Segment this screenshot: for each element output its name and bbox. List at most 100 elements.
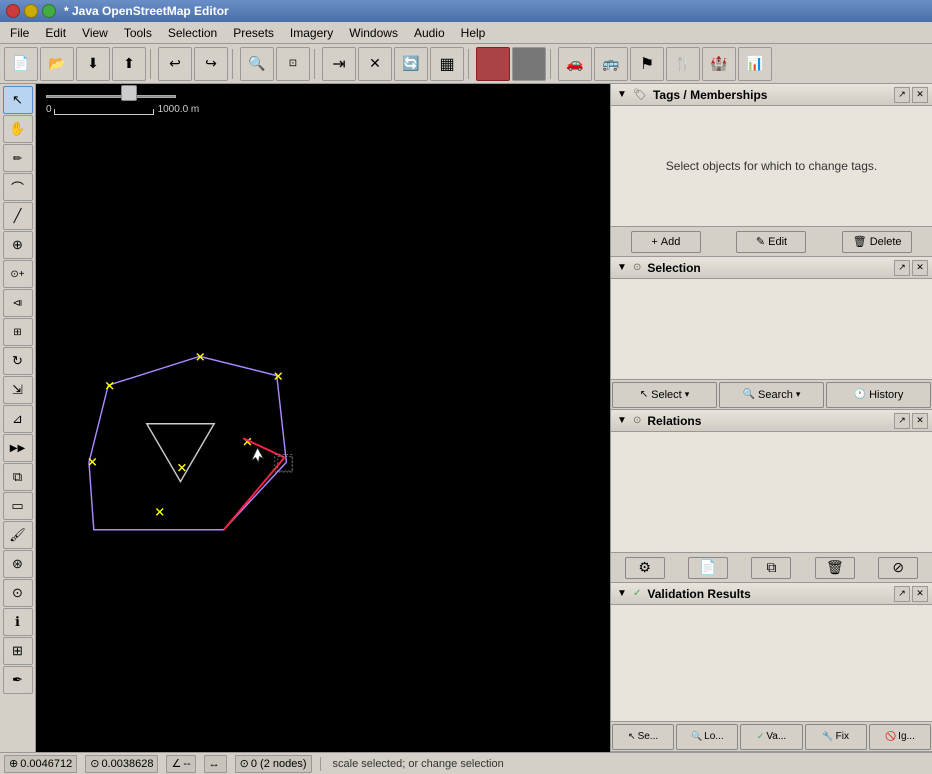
poi-toolbar-btn[interactable]: ⚑ bbox=[630, 47, 664, 81]
edit-tag-button[interactable]: ✎ Edit bbox=[736, 231, 806, 253]
car-toolbar-btn[interactable]: 🚗 bbox=[558, 47, 592, 81]
food-toolbar-btn[interactable]: 🍴 bbox=[666, 47, 700, 81]
selection-content bbox=[611, 279, 932, 379]
menu-item-edit[interactable]: Edit bbox=[37, 24, 74, 42]
new-toolbar-btn[interactable]: 📄 bbox=[4, 47, 38, 81]
validation-buttons: ↖ Se... 🔍 Lo... ✓ Va... 🔧 Fix 🚫 Ig. bbox=[611, 721, 932, 751]
val-se-btn[interactable]: ↖ Se... bbox=[612, 724, 674, 750]
menu-item-view[interactable]: View bbox=[74, 24, 116, 42]
menu-item-tools[interactable]: Tools bbox=[116, 24, 160, 42]
val-va-btn[interactable]: ✓ Va... bbox=[740, 724, 802, 750]
coord1-status: ⊕ 0.0046712 bbox=[4, 755, 77, 773]
pen-left-btn[interactable]: ✒ bbox=[3, 666, 33, 694]
rel-icon: ⊙ bbox=[633, 415, 641, 426]
info-left-btn[interactable]: ℹ bbox=[3, 608, 33, 636]
outer-shape bbox=[89, 356, 286, 529]
upload-toolbar-btn[interactable]: ⬆ bbox=[112, 47, 146, 81]
val-fix-btn[interactable]: 🔧 Fix bbox=[805, 724, 867, 750]
search-action-btn[interactable]: 🔍 Search ▾ bbox=[719, 382, 824, 408]
history-action-btn[interactable]: 🕐 History bbox=[826, 382, 931, 408]
red-segment bbox=[243, 438, 284, 457]
follow-left-btn[interactable]: ▶▶ bbox=[3, 434, 33, 462]
sel-collapse-btn[interactable]: ▼ bbox=[615, 261, 629, 275]
open-toolbar-btn[interactable]: 📂 bbox=[40, 47, 74, 81]
add-tag-button[interactable]: + Add bbox=[631, 231, 701, 253]
parallel-left-btn[interactable]: ⧏ bbox=[3, 289, 33, 317]
lo-label: Lo... bbox=[704, 731, 723, 742]
bus-toolbar-btn[interactable]: 🚌 bbox=[594, 47, 628, 81]
zoom-native-toolbar-btn[interactable]: ⊡ bbox=[276, 47, 310, 81]
redo-toolbar-btn[interactable]: ↪ bbox=[194, 47, 228, 81]
move-left-btn[interactable]: ⊞ bbox=[3, 318, 33, 346]
rel-new-btn[interactable]: 📄 bbox=[688, 557, 728, 579]
select-toolbar-btn[interactable]: ⇥ bbox=[322, 47, 356, 81]
menu-item-selection[interactable]: Selection bbox=[160, 24, 225, 42]
tag-left-btn[interactable]: ⊙ bbox=[3, 579, 33, 607]
zoom-left-btn[interactable]: ⊕ bbox=[3, 231, 33, 259]
rel-collapse-btn[interactable]: ▼ bbox=[615, 414, 629, 428]
select-action-btn[interactable]: ↖ Select ▾ bbox=[612, 382, 717, 408]
menu-item-help[interactable]: Help bbox=[453, 24, 494, 42]
validation-section: ▼ ✓ Validation Results ↗ ✕ ↖ Se... 🔍 Lo.… bbox=[611, 583, 932, 752]
sel-detach-btn[interactable]: ↗ bbox=[894, 260, 910, 276]
tags-detach-btn[interactable]: ↗ bbox=[894, 87, 910, 103]
map-svg[interactable] bbox=[36, 84, 610, 752]
sel-close-btn[interactable]: ✕ bbox=[912, 260, 928, 276]
val-close-btn[interactable]: ✕ bbox=[912, 586, 928, 602]
delete-tag-label: Delete bbox=[870, 236, 902, 248]
tags-buttons: + Add ✎ Edit 🗑 Delete bbox=[611, 226, 932, 256]
node-toolbar-btn[interactable]: ✕ bbox=[358, 47, 392, 81]
separator-btn[interactable] bbox=[476, 47, 510, 81]
zoom-toolbar-btn[interactable]: 🔍 bbox=[240, 47, 274, 81]
toolbar-sep-5 bbox=[550, 49, 554, 79]
rel-delete-btn[interactable]: 🗑 bbox=[815, 557, 855, 579]
menu-item-windows[interactable]: Windows bbox=[341, 24, 406, 42]
fix-left-btn[interactable]: ⊞ bbox=[3, 637, 33, 665]
chart-toolbar-btn[interactable]: 📊 bbox=[738, 47, 772, 81]
val-detach-btn[interactable]: ↗ bbox=[894, 586, 910, 602]
pan-left-btn[interactable]: ✋ bbox=[3, 115, 33, 143]
node-left-btn[interactable]: ⊙+ bbox=[3, 260, 33, 288]
edit-tag-label: Edit bbox=[768, 236, 787, 248]
separator-btn2[interactable] bbox=[512, 47, 546, 81]
tags-collapse-btn[interactable]: ▼ bbox=[615, 88, 629, 102]
menu-item-presets[interactable]: Presets bbox=[225, 24, 282, 42]
menu-item-imagery[interactable]: Imagery bbox=[282, 24, 341, 42]
line-left-btn[interactable]: ╱ bbox=[3, 202, 33, 230]
refresh-toolbar-btn[interactable]: 🔄 bbox=[394, 47, 428, 81]
minimize-button[interactable] bbox=[24, 4, 38, 18]
scale-left-btn[interactable]: ⇲ bbox=[3, 376, 33, 404]
validation-content bbox=[611, 605, 932, 721]
va-label: Va... bbox=[766, 731, 786, 742]
menu-item-file[interactable]: File bbox=[2, 24, 37, 42]
extrude-left-btn[interactable]: ⊿ bbox=[3, 405, 33, 433]
download-toolbar-btn[interactable]: ⬇ bbox=[76, 47, 110, 81]
menu-item-audio[interactable]: Audio bbox=[406, 24, 453, 42]
area-left-btn[interactable]: ▭ bbox=[3, 492, 33, 520]
rel-extra-btn[interactable]: ⊘ bbox=[878, 557, 918, 579]
curve-left-btn[interactable]: ⌒ bbox=[3, 173, 33, 201]
delete-tag-button[interactable]: 🗑 Delete bbox=[842, 231, 912, 253]
tags-close-btn[interactable]: ✕ bbox=[912, 87, 928, 103]
select-left-btn[interactable]: ↖ bbox=[3, 86, 33, 114]
rel-settings-btn[interactable]: ⚙ bbox=[625, 557, 665, 579]
map-canvas[interactable]: 0 1000.0 m bbox=[36, 84, 610, 752]
close-button[interactable] bbox=[6, 4, 20, 18]
draw-left-btn[interactable]: ✏ bbox=[3, 144, 33, 172]
rel-detach-btn[interactable]: ↗ bbox=[894, 413, 910, 429]
rel-copy-btn[interactable]: ⧉ bbox=[751, 557, 791, 579]
spiro-left-btn[interactable]: ⊛ bbox=[3, 550, 33, 578]
rotate-left-btn[interactable]: ↻ bbox=[3, 347, 33, 375]
maximize-button[interactable] bbox=[42, 4, 56, 18]
undo-toolbar-btn[interactable]: ↩ bbox=[158, 47, 192, 81]
rel-close-btn[interactable]: ✕ bbox=[912, 413, 928, 429]
val-collapse-btn[interactable]: ▼ bbox=[615, 587, 629, 601]
paint-left-btn[interactable]: 🖌 bbox=[3, 521, 33, 549]
selection-buttons: ↖ Select ▾ 🔍 Search ▾ 🕐 History bbox=[611, 379, 932, 409]
castle-toolbar-btn[interactable]: 🏰 bbox=[702, 47, 736, 81]
window-controls[interactable] bbox=[6, 4, 56, 18]
layer-left-btn[interactable]: ⧉ bbox=[3, 463, 33, 491]
val-ig-btn[interactable]: 🚫 Ig... bbox=[869, 724, 931, 750]
val-lo-btn[interactable]: 🔍 Lo... bbox=[676, 724, 738, 750]
map-toolbar-btn[interactable]: ▦ bbox=[430, 47, 464, 81]
